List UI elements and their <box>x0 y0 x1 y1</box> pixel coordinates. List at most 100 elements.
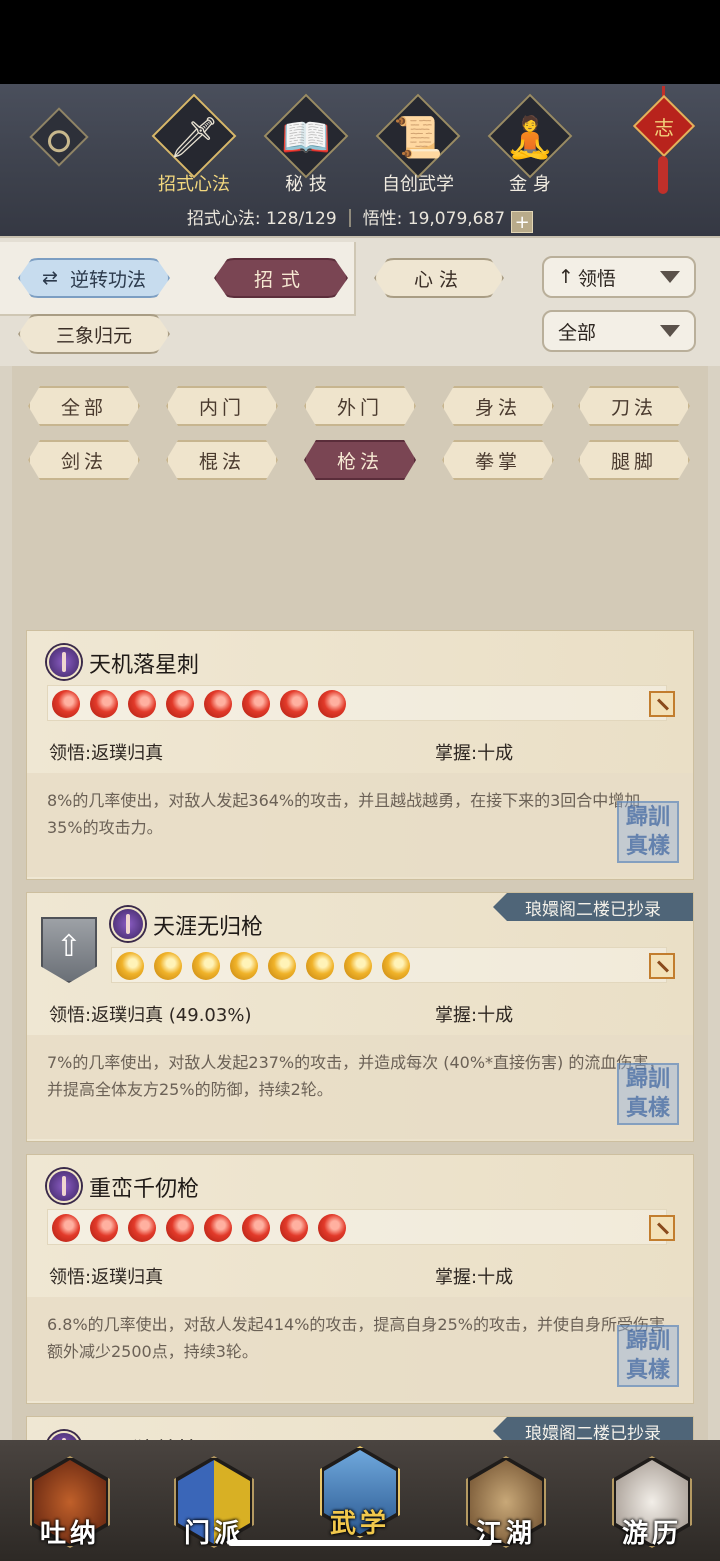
flame-icon <box>90 690 118 718</box>
flame-icon <box>52 690 80 718</box>
skill-name: 天涯无归枪 <box>153 915 264 940</box>
flame-icon <box>280 1214 308 1242</box>
filter-button[interactable]: 内门 <box>166 386 278 426</box>
mastery-text: 掌握:十成 <box>435 1005 514 1026</box>
flame-bar <box>47 685 667 721</box>
filter-button[interactable]: 外门 <box>304 386 416 426</box>
skill-card[interactable]: 天机落星刺 领悟:返璞归真 掌握:十成 8%的几率使出，对敌人发起364%的攻击，并且… <box>26 630 694 880</box>
skill-list-area: 全部 内门 外门 身法 刀法 剑法 棍法 枪法 拳掌 腿脚 天机落星刺 领悟:返璞归真 掌握:十成 8%… <box>12 366 708 1561</box>
tab-moves-mind[interactable]: 🗡 招式心法 <box>148 93 238 198</box>
tab-label: 金 身 <box>509 174 551 195</box>
flame-icon <box>344 952 372 980</box>
flame-icon <box>382 952 410 980</box>
status-bar <box>0 0 720 84</box>
eye-icon[interactable] <box>29 107 89 167</box>
meditation-icon: 🧘 <box>505 115 555 161</box>
swap-icon: ⇄ <box>42 267 58 289</box>
stats-line: 招式心法: 128/129 悟性: 19,079,687 + <box>0 204 720 233</box>
filter-dropdown[interactable]: 全部 <box>542 310 696 352</box>
nav-tuna[interactable]: 吐纳 <box>22 1450 118 1556</box>
flame-icon <box>166 690 194 718</box>
sanxiang-button[interactable]: 三象归元 <box>18 314 170 354</box>
flame-icon <box>116 952 144 980</box>
spear-weapon-icon <box>649 691 675 717</box>
skill-description: 7%的几率使出，对敌人发起237%的攻击，并造成每次 (40%*直接伤害) 的流… <box>27 1035 693 1139</box>
separator <box>348 209 351 227</box>
tassel-icon <box>658 156 668 194</box>
filter-value: 全部 <box>558 321 597 344</box>
comprehension-text: 领悟:返璞归真 (49.03%) <box>49 1005 252 1026</box>
flame-icon <box>268 952 296 980</box>
scroll-icon: 📜 <box>393 115 443 161</box>
filter-button[interactable]: 枪法 <box>304 440 416 480</box>
sort-dropdown[interactable]: ↑ 领悟 <box>542 256 696 298</box>
flame-icon <box>242 690 270 718</box>
nav-label: 游历 <box>621 1519 682 1549</box>
nav-travel[interactable]: 游历 <box>604 1450 700 1556</box>
flame-icon <box>280 690 308 718</box>
amulet-char: 志 <box>654 116 674 140</box>
spear-weapon-icon <box>649 953 675 979</box>
nav-martial[interactable]: 武学 <box>312 1440 408 1546</box>
controls-area: ⇄ 逆转功法 招式 心法 ↑ 领悟 三象归元 全部 <box>0 236 720 366</box>
wisdom-value: 悟性: 19,079,687 <box>362 209 506 229</box>
tab-label: 秘 技 <box>285 174 327 195</box>
moves-count: 招式心法: 128/129 <box>186 209 337 229</box>
stamp-seal: 歸訓真樣 <box>617 1063 679 1125</box>
upgrade-icon[interactable] <box>41 917 97 983</box>
flame-icon <box>128 1214 156 1242</box>
tab-moves[interactable]: 招式 <box>214 258 348 298</box>
chevron-down-icon <box>660 325 680 337</box>
sword-icon: 🗡 <box>168 115 220 161</box>
tab-custom-martial[interactable]: 📜 自创武学 <box>372 93 462 198</box>
amulet-button[interactable]: 志 <box>632 86 696 196</box>
spear-icon <box>47 645 81 679</box>
skill-card[interactable]: 琅嬛阁二楼已抄录天涯无归枪领悟:返璞归真 (49.03%) 掌握:十成 7%的几率使… <box>26 892 694 1142</box>
reverse-button[interactable]: ⇄ 逆转功法 <box>18 258 170 298</box>
home-indicator[interactable] <box>228 1540 492 1546</box>
spear-icon <box>111 907 145 941</box>
skill-card[interactable]: 重峦千仞枪领悟:返璞归真 掌握:十成 6.8%的几率使出，对敌人发起414%的攻击，… <box>26 1154 694 1404</box>
tab-golden-body[interactable]: 🧘 金 身 <box>484 93 574 198</box>
flame-icon <box>192 952 220 980</box>
skill-description: 8%的几率使出，对敌人发起364%的攻击，并且越战越勇，在接下来的3回合中增加3… <box>27 773 693 877</box>
flame-icon <box>204 690 232 718</box>
tab-secret-skill[interactable]: 📖 秘 技 <box>260 93 350 198</box>
spear-weapon-icon <box>649 1215 675 1241</box>
plus-button[interactable]: + <box>511 211 534 233</box>
reverse-label: 逆转功法 <box>69 268 146 291</box>
book-icon: 📖 <box>281 115 331 161</box>
filter-button[interactable]: 刀法 <box>578 386 690 426</box>
nav-label: 吐纳 <box>39 1519 100 1549</box>
skill-description: 6.8%的几率使出，对敌人发起414%的攻击，提高自身25%的攻击，并使自身所受… <box>27 1297 693 1401</box>
mastery-text: 掌握:十成 <box>435 743 514 764</box>
copied-badge: 琅嬛阁二楼已抄录 <box>493 893 693 921</box>
flame-icon <box>230 952 258 980</box>
sort-value: 领悟 <box>577 267 616 290</box>
filter-button[interactable]: 全部 <box>28 386 140 426</box>
arrow-up-icon: ↑ <box>558 266 574 288</box>
comprehension-text: 领悟:返璞归真 <box>49 1267 164 1288</box>
flame-icon <box>318 690 346 718</box>
filter-button[interactable]: 剑法 <box>28 440 140 480</box>
flame-icon <box>166 1214 194 1242</box>
skill-name: 天机落星刺 <box>89 653 200 678</box>
filter-button[interactable]: 腿脚 <box>578 440 690 480</box>
flame-icon <box>128 690 156 718</box>
flame-icon <box>318 1214 346 1242</box>
flame-icon <box>306 952 334 980</box>
mastery-text: 掌握:十成 <box>435 1267 514 1288</box>
chevron-down-icon <box>660 271 680 283</box>
flame-icon <box>52 1214 80 1242</box>
stamp-seal: 歸訓真樣 <box>617 801 679 863</box>
tab-label: 招式心法 <box>158 174 230 195</box>
skill-name: 重峦千仞枪 <box>89 1177 200 1202</box>
main-panel: ⇄ 逆转功法 招式 心法 ↑ 领悟 三象归元 全部 全部 内门 外门 身法 刀法 剑法 棍法 枪法… <box>0 236 720 1561</box>
filter-button[interactable]: 身法 <box>442 386 554 426</box>
flame-icon <box>154 952 182 980</box>
stamp-seal: 歸訓真樣 <box>617 1325 679 1387</box>
tab-mind[interactable]: 心法 <box>374 258 504 298</box>
filter-button[interactable]: 拳掌 <box>442 440 554 480</box>
flame-icon <box>90 1214 118 1242</box>
filter-button[interactable]: 棍法 <box>166 440 278 480</box>
